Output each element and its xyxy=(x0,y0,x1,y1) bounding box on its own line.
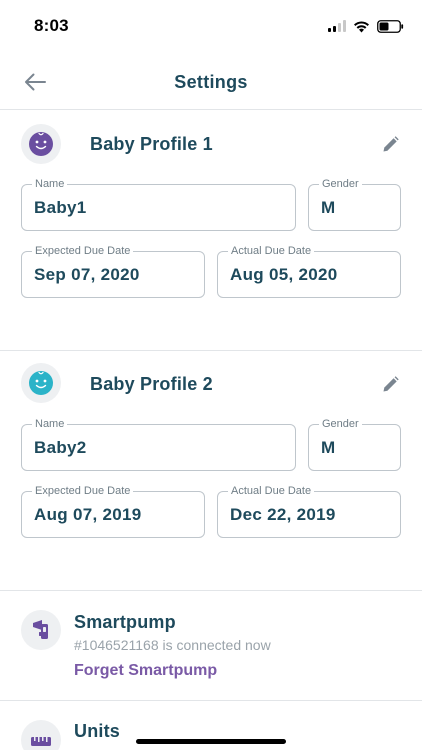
actual-due-date-field[interactable]: Actual Due Date Dec 22, 2019 xyxy=(217,484,401,538)
ruler-icon xyxy=(31,737,51,746)
baby-avatar xyxy=(21,363,61,403)
smartpump-icon-wrap xyxy=(21,610,61,650)
gender-field-value: M xyxy=(321,198,336,217)
breast-pump-icon xyxy=(33,620,48,639)
expected-due-date-value: Aug 07, 2019 xyxy=(34,505,142,524)
smartpump-title: Smartpump xyxy=(74,612,176,632)
cellular-signal-icon xyxy=(328,20,346,32)
baby-profile-section-1: Baby Profile 1 Name Baby1 Gender M Expec… xyxy=(0,111,422,351)
status-bar: 8:03 xyxy=(0,0,422,52)
profile-title: Baby Profile 1 xyxy=(90,134,213,154)
wifi-icon xyxy=(354,20,369,32)
gender-field[interactable]: Gender M xyxy=(308,177,401,231)
actual-due-date-field[interactable]: Actual Due Date Aug 05, 2020 xyxy=(217,244,401,298)
gender-field-value: M xyxy=(321,438,336,457)
expected-due-date-value: Sep 07, 2020 xyxy=(34,265,140,284)
page-title: Settings xyxy=(174,72,248,92)
gender-field[interactable]: Gender M xyxy=(308,417,401,471)
gender-field-label: Gender xyxy=(319,417,362,431)
name-field-label: Name xyxy=(32,417,68,431)
forget-smartpump-link[interactable]: Forget Smartpump xyxy=(74,662,217,680)
expected-due-date-field[interactable]: Expected Due Date Aug 07, 2019 xyxy=(21,484,205,538)
profile-title: Baby Profile 2 xyxy=(90,374,213,394)
actual-due-date-label: Actual Due Date xyxy=(228,244,315,258)
baby-profile-section-2: Baby Profile 2 Name Baby2 Gender M Expec… xyxy=(0,351,422,591)
actual-due-date-value: Dec 22, 2019 xyxy=(230,505,336,524)
baby-face-icon xyxy=(29,132,53,156)
edit-profile-button[interactable] xyxy=(380,134,400,154)
gender-field-label: Gender xyxy=(319,177,362,191)
name-field-label: Name xyxy=(32,177,68,191)
smartpump-status: #1046521168 is connected now xyxy=(74,637,271,653)
expected-due-date-label: Expected Due Date xyxy=(32,484,134,498)
edit-profile-button[interactable] xyxy=(380,374,400,394)
pencil-icon xyxy=(383,135,399,151)
home-indicator xyxy=(136,739,286,744)
name-field[interactable]: Name Baby1 xyxy=(21,177,296,231)
actual-due-date-label: Actual Due Date xyxy=(228,484,315,498)
baby-face-icon xyxy=(29,371,53,395)
expected-due-date-label: Expected Due Date xyxy=(32,244,134,258)
name-field-value: Baby2 xyxy=(34,438,87,457)
status-time: 8:03 xyxy=(34,16,69,35)
name-field-value: Baby1 xyxy=(34,198,87,217)
name-field[interactable]: Name Baby2 xyxy=(21,417,296,471)
units-icon-wrap xyxy=(21,720,61,750)
header: Settings xyxy=(0,52,422,110)
battery-icon xyxy=(377,19,404,33)
smartpump-section: Smartpump #1046521168 is connected now F… xyxy=(0,591,422,701)
units-title: Units xyxy=(74,721,120,741)
pencil-icon xyxy=(383,375,399,391)
actual-due-date-value: Aug 05, 2020 xyxy=(230,265,338,284)
expected-due-date-field[interactable]: Expected Due Date Sep 07, 2020 xyxy=(21,244,205,298)
baby-avatar xyxy=(21,124,61,164)
status-icons xyxy=(328,18,404,34)
